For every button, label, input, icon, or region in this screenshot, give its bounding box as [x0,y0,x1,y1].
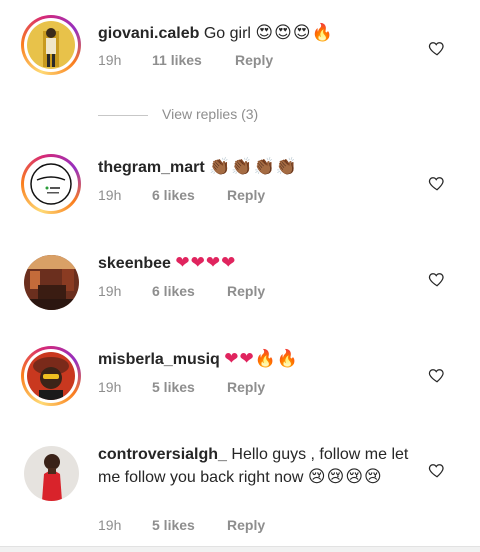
username[interactable]: misberla_musiq [98,351,220,368]
username[interactable]: skeenbee [98,255,171,272]
avatar [27,21,75,69]
likes-count[interactable]: 5 likes [152,379,195,395]
timestamp: 19h [98,187,122,203]
likes-count[interactable]: 5 likes [152,517,195,533]
timestamp: 19h [98,379,122,395]
reply-button[interactable]: Reply [227,517,265,533]
heart-outline-icon[interactable] [428,270,446,288]
avatar [24,446,79,501]
avatar [27,352,75,400]
comment-text: skeenbee ❤❤❤❤ [98,252,418,275]
avatar [24,255,79,310]
username[interactable]: controversialgh_ [98,446,227,463]
comment-emoji: ❤❤🔥🔥 [224,349,300,369]
heart-outline-icon[interactable] [428,461,446,479]
comment-emoji: 😍😍😍🔥 [255,23,334,43]
avatar-wrapper[interactable] [24,255,79,310]
avatar-story-ring[interactable] [21,15,81,75]
reply-button[interactable]: Reply [227,283,265,299]
reply-button[interactable]: Reply [227,187,265,203]
username[interactable]: giovani.caleb [98,25,199,42]
timestamp: 19h [98,517,122,533]
username[interactable]: thegram_mart [98,159,205,176]
heart-outline-icon[interactable] [428,366,446,384]
timestamp: 19h [98,52,122,68]
comment-text: giovani.caleb Go girl 😍😍😍🔥 [98,22,418,45]
heart-outline-icon[interactable] [428,39,446,57]
likes-count[interactable]: 6 likes [152,283,195,299]
bottom-divider [0,546,480,552]
comment-text: misberla_musiq ❤❤🔥🔥 [98,348,418,371]
timestamp: 19h [98,283,122,299]
reply-button[interactable]: Reply [235,52,273,68]
avatar [27,160,75,208]
comment-text: thegram_mart 👏🏾👏🏾👏🏾👏🏾 [98,156,418,179]
heart-outline-icon[interactable] [428,174,446,192]
comment-emoji: 😢😢😢😢 [307,467,383,487]
avatar-story-ring[interactable] [21,346,81,406]
avatar-story-ring[interactable] [21,154,81,214]
avatar-wrapper[interactable] [24,446,79,501]
divider-line [98,115,148,116]
likes-count[interactable]: 11 likes [152,52,202,68]
comment-emoji: ❤❤❤❤ [175,253,237,273]
comment-text: controversialgh_ Hello guys , follow me … [98,444,418,489]
comment-emoji: 👏🏾👏🏾👏🏾👏🏾 [209,157,298,177]
reply-button[interactable]: Reply [227,379,265,395]
view-replies-label[interactable]: View replies (3) [162,106,258,122]
comment-body: Go girl [203,25,251,42]
likes-count[interactable]: 6 likes [152,187,195,203]
